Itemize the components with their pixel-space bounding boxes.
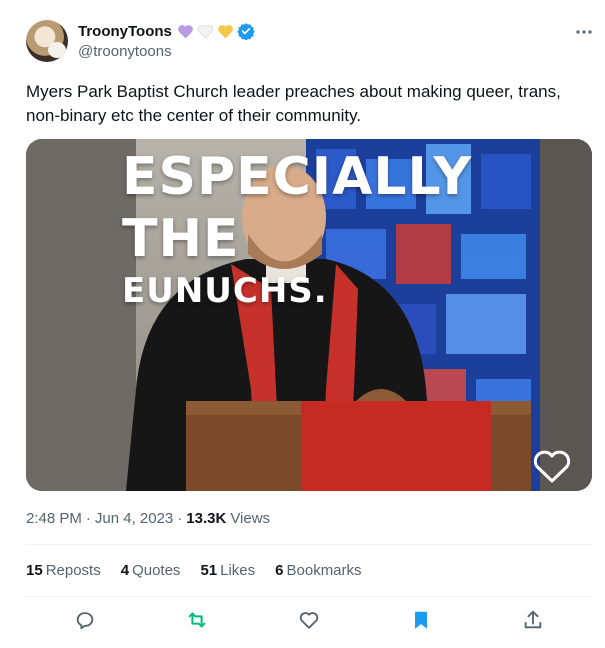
views-count: 13.3K bbox=[186, 510, 227, 527]
quotes-label: Quotes bbox=[132, 562, 181, 579]
bookmarks-stat[interactable]: 6 Bookmarks bbox=[275, 562, 361, 579]
action-bar bbox=[26, 608, 592, 636]
share-icon[interactable] bbox=[521, 608, 545, 632]
reply-icon[interactable] bbox=[73, 608, 97, 632]
name-row: TroonyToons bbox=[78, 21, 255, 41]
tweet-header: TroonyToons @troonytoons bbox=[26, 20, 596, 64]
reposts-count: 15 bbox=[26, 562, 43, 579]
quotes-stat[interactable]: 4 Quotes bbox=[121, 562, 181, 579]
reposts-stat[interactable]: 15 Reposts bbox=[26, 562, 101, 579]
bookmarks-count: 6 bbox=[275, 562, 284, 579]
tweet-date[interactable]: Jun 4, 2023 bbox=[95, 510, 173, 527]
reposts-label: Reposts bbox=[45, 562, 101, 579]
video-caption-line-2: THE bbox=[122, 209, 240, 269]
tweet-text: Myers Park Baptist Church leader preache… bbox=[26, 82, 561, 125]
white-heart-icon bbox=[197, 24, 214, 39]
engagement-stats: 15 Reposts 4 Quotes 51 Likes 6 Bookmarks bbox=[26, 562, 362, 579]
heart-outline-overlay-icon[interactable] bbox=[532, 449, 572, 485]
avatar[interactable] bbox=[26, 20, 68, 62]
tweet-media-video[interactable]: ESPECIALLY THE EUNUCHS. bbox=[26, 139, 592, 491]
quotes-count: 4 bbox=[120, 562, 130, 579]
video-caption-line-3: EUNUCHS. bbox=[122, 271, 328, 311]
bookmarks-label: Bookmarks bbox=[286, 562, 362, 579]
bookmark-icon[interactable] bbox=[409, 608, 433, 632]
handle[interactable]: @troonytoons bbox=[78, 43, 172, 60]
like-icon[interactable] bbox=[297, 608, 321, 632]
video-caption-line-1: ESPECIALLY bbox=[122, 147, 473, 207]
yellow-heart-icon bbox=[218, 24, 233, 38]
repost-icon[interactable] bbox=[185, 608, 209, 632]
likes-stat[interactable]: 51 Likes bbox=[200, 562, 255, 579]
verified-badge-icon[interactable] bbox=[237, 22, 255, 40]
tweet-time[interactable]: 2:48 PM bbox=[26, 510, 82, 527]
meta-separator: · bbox=[177, 510, 183, 527]
likes-label: Likes bbox=[220, 562, 256, 579]
divider bbox=[26, 596, 592, 597]
tweet-meta: 2:48 PM · Jun 4, 2023 · 13.3K Views bbox=[26, 510, 270, 527]
display-name[interactable]: TroonyToons bbox=[78, 23, 172, 40]
likes-count: 51 bbox=[200, 562, 218, 579]
purple-heart-icon bbox=[178, 24, 193, 38]
divider bbox=[26, 544, 592, 545]
meta-separator: · bbox=[85, 510, 91, 527]
views-label: Views bbox=[230, 510, 271, 527]
more-options-icon[interactable] bbox=[572, 22, 596, 42]
